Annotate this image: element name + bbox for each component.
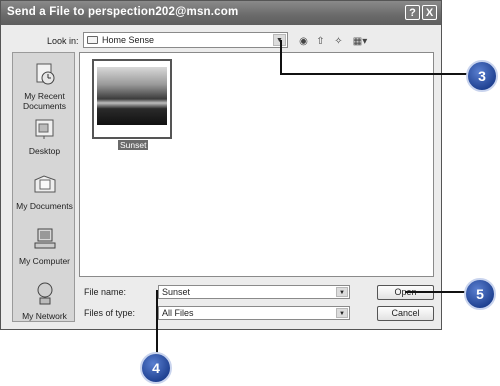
place-my-network[interactable]: My Network [13, 281, 76, 321]
filename-label: File name: [84, 287, 127, 297]
dialog-title: Send a File to perspection202@msn.com [7, 6, 239, 18]
back-icon[interactable]: ◉ [297, 35, 310, 48]
place-label: My Recent Documents [23, 91, 66, 111]
callout-badge-3: 3 [466, 60, 498, 92]
views-menu-icon[interactable]: ▦▾ [350, 35, 370, 48]
file-thumbnail-sunset[interactable] [92, 59, 172, 139]
my-computer-icon [34, 228, 55, 249]
desktop-icon [35, 119, 53, 139]
lookin-label: Look in: [47, 36, 79, 46]
filetype-chevron-down-icon[interactable]: ▼ [336, 308, 348, 318]
callout-badge-4: 4 [140, 352, 172, 384]
filetype-dropdown[interactable]: All Files ▼ [158, 306, 350, 320]
my-documents-icon [34, 175, 55, 193]
lookin-value: Home Sense [102, 35, 155, 45]
places-bar: My Recent Documents Desktop My Documents [12, 52, 75, 322]
place-my-computer[interactable]: My Computer [13, 226, 76, 266]
place-label: My Documents [16, 201, 73, 211]
filename-value: Sunset [162, 287, 191, 297]
place-label: Desktop [28, 146, 61, 156]
callout-line-5 [405, 291, 465, 293]
help-button[interactable]: ? [405, 5, 420, 20]
callout-badge-5: 5 [464, 278, 496, 310]
filetype-value: All Files [162, 308, 194, 318]
callout-line-3 [280, 73, 468, 75]
file-list[interactable]: Sunset [79, 52, 434, 277]
filename-chevron-down-icon[interactable]: ▼ [336, 287, 348, 297]
sunset-image [97, 67, 167, 125]
place-my-recent-documents[interactable]: My Recent Documents [13, 61, 76, 111]
place-my-documents[interactable]: My Documents [13, 171, 76, 211]
send-file-dialog: Send a File to perspection202@msn.com ? … [0, 0, 442, 330]
up-folder-icon[interactable]: ⇧ [314, 35, 327, 48]
filetype-label: Files of type: [84, 308, 136, 318]
callout-line-3 [280, 40, 282, 74]
my-network-icon [37, 282, 52, 305]
cancel-button[interactable]: Cancel [377, 306, 434, 321]
folder-icon [87, 36, 98, 44]
filename-input[interactable]: Sunset ▼ [158, 285, 350, 299]
place-label: My Network [22, 311, 67, 321]
place-desktop[interactable]: Desktop [13, 116, 76, 156]
recent-documents-icon [36, 63, 54, 85]
new-folder-icon[interactable]: ✧ [332, 35, 345, 48]
place-label: My Computer [18, 256, 70, 266]
close-button[interactable]: X [422, 5, 437, 20]
lookin-dropdown[interactable]: Home Sense ▼ [83, 32, 288, 48]
title-bar: Send a File to perspection202@msn.com ? … [1, 1, 441, 25]
file-name-label[interactable]: Sunset [118, 140, 149, 150]
callout-line-4 [156, 290, 158, 358]
